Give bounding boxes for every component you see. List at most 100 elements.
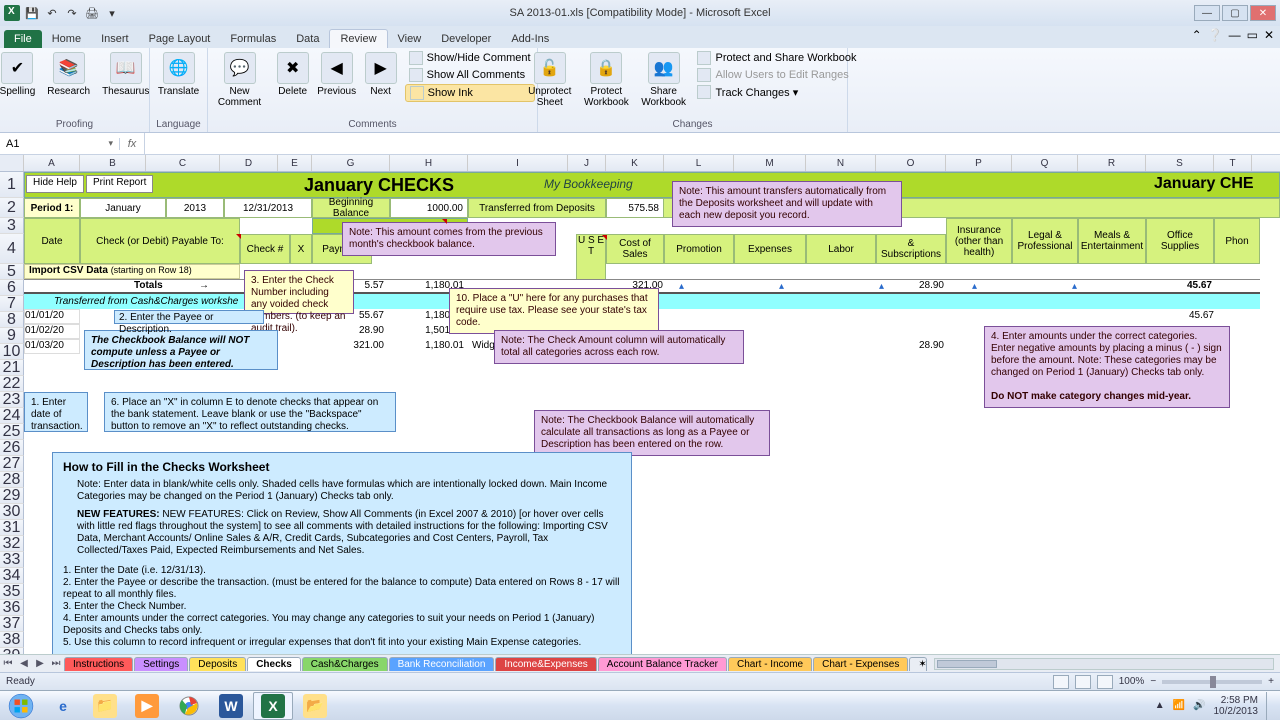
research-button[interactable]: 📚Research [43, 50, 94, 99]
sheet-nav-last[interactable]: ⏭ [48, 658, 64, 669]
row-10[interactable]: 10 [0, 344, 24, 360]
col-B[interactable]: B [80, 155, 146, 171]
row-27[interactable]: 27 [0, 456, 24, 472]
sheet-nav-prev[interactable]: ◀ [16, 658, 32, 669]
sheet-settings[interactable]: Settings [134, 657, 188, 671]
col-H[interactable]: H [390, 155, 468, 171]
col-T[interactable]: T [1214, 155, 1252, 171]
cell-date-r9[interactable]: 01/02/20 [24, 324, 80, 339]
sheet-nav-first[interactable]: ⏮ [0, 658, 16, 669]
row-33[interactable]: 33 [0, 552, 24, 568]
import-csv-label[interactable]: Import CSV Data (starting on Row 18) [24, 264, 240, 279]
row-7[interactable]: 7 [0, 296, 24, 312]
row-6[interactable]: 6 [0, 280, 24, 296]
tab-addins[interactable]: Add-Ins [501, 30, 559, 48]
select-all-cell[interactable] [0, 155, 24, 171]
tray-time[interactable]: 2:58 PM [1214, 695, 1259, 706]
view-layout-button[interactable] [1075, 675, 1091, 689]
mdi-restore-icon[interactable]: ▭ [1247, 28, 1258, 42]
taskbar-ie[interactable]: e [43, 692, 83, 720]
col-Q[interactable]: Q [1012, 155, 1078, 171]
mdi-close-icon[interactable]: ✕ [1264, 28, 1274, 42]
row-34[interactable]: 34 [0, 568, 24, 584]
sheet-incexp[interactable]: Income&Expenses [495, 657, 596, 671]
col-D[interactable]: D [220, 155, 278, 171]
col-O[interactable]: O [876, 155, 946, 171]
col-E[interactable]: E [278, 155, 312, 171]
qat-undo[interactable]: ↶ [44, 5, 60, 21]
minimize-ribbon-icon[interactable]: ⌃ [1192, 28, 1202, 42]
horizontal-scrollbar[interactable] [934, 658, 1274, 670]
row-5[interactable]: 5 [0, 264, 24, 280]
row-8[interactable]: 8 [0, 312, 24, 328]
taskbar-explorer[interactable]: 📁 [85, 692, 125, 720]
spelling-button[interactable]: ✔Spelling [0, 50, 39, 99]
zoom-out-button[interactable]: − [1150, 676, 1156, 687]
track-changes[interactable]: Track Changes ▾ [693, 84, 860, 100]
show-all-comments[interactable]: Show All Comments [405, 67, 535, 83]
row-35[interactable]: 35 [0, 584, 24, 600]
qat-redo[interactable]: ↷ [64, 5, 80, 21]
row-38[interactable]: 38 [0, 632, 24, 648]
sheet-chart-income[interactable]: Chart - Income [728, 657, 812, 671]
share-workbook-button[interactable]: 👥Share Workbook [638, 50, 690, 110]
col-G[interactable]: G [312, 155, 390, 171]
col-L[interactable]: L [664, 155, 734, 171]
mdi-min-icon[interactable]: — [1229, 28, 1241, 42]
help-icon[interactable]: ❔ [1208, 28, 1223, 42]
tab-view[interactable]: View [388, 30, 432, 48]
taskbar-chrome[interactable] [169, 692, 209, 720]
qat-dropdown[interactable]: ▾ [104, 5, 120, 21]
qat-print[interactable]: 🖨 [84, 5, 100, 21]
maximize-button[interactable]: ▢ [1222, 5, 1248, 21]
row-37[interactable]: 37 [0, 616, 24, 632]
print-report-button[interactable]: Print Report [86, 175, 153, 193]
hide-help-button[interactable]: Hide Help [26, 175, 84, 193]
qat-save[interactable]: 💾 [24, 5, 40, 21]
period-month[interactable]: January [80, 198, 166, 218]
tab-page-layout[interactable]: Page Layout [139, 30, 221, 48]
col-M[interactable]: M [734, 155, 806, 171]
new-comment-button[interactable]: 💬New Comment [210, 50, 268, 110]
row-1[interactable]: 1 [0, 172, 24, 198]
view-break-button[interactable] [1097, 675, 1113, 689]
formula-bar[interactable] [144, 133, 1280, 154]
sheet-instructions[interactable]: Instructions [64, 657, 133, 671]
thesaurus-button[interactable]: 📖Thesaurus [98, 50, 153, 99]
row-24[interactable]: 24 [0, 408, 24, 424]
zoom-slider[interactable] [1162, 680, 1262, 684]
cell-date-r10[interactable]: 01/03/20 [24, 339, 80, 354]
tab-data[interactable]: Data [286, 30, 329, 48]
delete-comment-button[interactable]: ✖Delete [273, 50, 313, 99]
tab-developer[interactable]: Developer [431, 30, 501, 48]
row-28[interactable]: 28 [0, 472, 24, 488]
row-23[interactable]: 23 [0, 392, 24, 408]
taskbar-media[interactable]: ▶ [127, 692, 167, 720]
allow-edit-ranges[interactable]: Allow Users to Edit Ranges [693, 67, 860, 83]
show-desktop-button[interactable] [1266, 692, 1274, 720]
col-P[interactable]: P [946, 155, 1012, 171]
row-9[interactable]: 9 [0, 328, 24, 344]
row-25[interactable]: 25 [0, 424, 24, 440]
taskbar-excel[interactable]: X [253, 692, 293, 720]
col-J[interactable]: J [568, 155, 606, 171]
row-30[interactable]: 30 [0, 504, 24, 520]
close-button[interactable]: ✕ [1250, 5, 1276, 21]
new-sheet-button[interactable]: ✶ [909, 657, 927, 671]
col-I[interactable]: I [468, 155, 568, 171]
tray-date[interactable]: 10/2/2013 [1214, 706, 1259, 717]
row-22[interactable]: 22 [0, 376, 24, 392]
sheet-chart-expenses[interactable]: Chart - Expenses [813, 657, 908, 671]
tab-review[interactable]: Review [329, 29, 387, 48]
cell-date-r8[interactable]: 01/01/20 [24, 309, 80, 324]
col-C[interactable]: C [146, 155, 220, 171]
tab-insert[interactable]: Insert [91, 30, 139, 48]
row-2[interactable]: 2 [0, 198, 24, 218]
view-normal-button[interactable] [1053, 675, 1069, 689]
taskbar-word[interactable]: W [211, 692, 251, 720]
col-A[interactable]: A [24, 155, 80, 171]
show-ink[interactable]: Show Ink [405, 84, 535, 102]
row-29[interactable]: 29 [0, 488, 24, 504]
col-R[interactable]: R [1078, 155, 1146, 171]
sheet-balance[interactable]: Account Balance Tracker [598, 657, 727, 671]
